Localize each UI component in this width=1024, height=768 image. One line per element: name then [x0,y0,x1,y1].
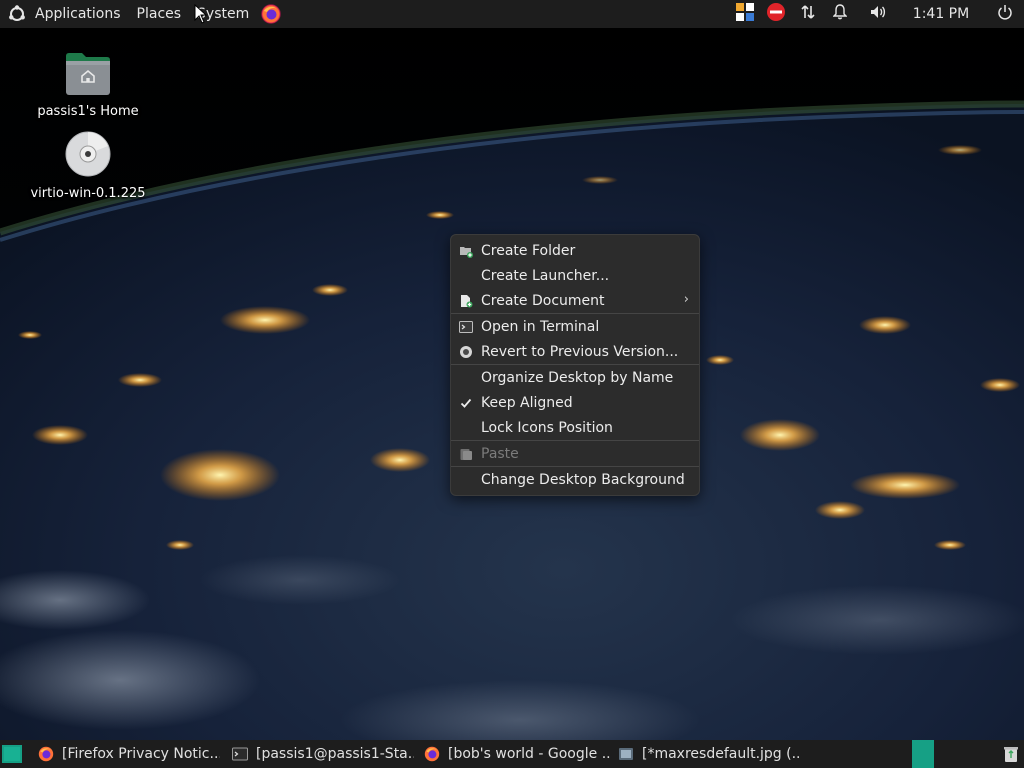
menu-item-lock-icons-position[interactable]: Lock Icons Position [451,415,699,440]
desktop-icon-virtio-win[interactable]: virtio-win-0.1.225 [28,130,148,201]
menu-item-label: Lock Icons Position [481,419,613,436]
notification-bell-icon [832,4,848,24]
optical-disc-icon [64,130,112,178]
desktop-icon-home-label: passis1's Home [37,104,139,119]
taskbar-item-image-editor[interactable]: [*maxresdefault.jpg (... [618,740,802,768]
indicator-multiload[interactable] [734,0,756,28]
folder-new-icon [459,244,473,258]
show-desktop-icon [2,745,22,767]
submenu-arrow-icon: › [683,292,689,307]
menu-item-label: Paste [481,445,519,462]
menu-item-create-document[interactable]: Create Document › [451,288,699,313]
desktop-icon-home[interactable]: passis1's Home [28,52,148,119]
places-menu[interactable]: Places [129,0,190,28]
menu-item-label: Open in Terminal [481,318,600,335]
menu-item-organize-by-name[interactable]: Organize Desktop by Name [451,365,699,390]
menu-item-label: Revert to Previous Version... [481,343,679,360]
taskbar-item-terminal[interactable]: [passis1@passis1-Sta... [232,740,414,768]
firefox-icon [424,746,440,762]
places-menu-label: Places [136,6,182,22]
ubuntu-logo-icon [8,5,26,23]
network-indicator[interactable] [796,0,820,28]
taskbar-item-firefox-privacy[interactable]: [Firefox Privacy Notic... [38,740,220,768]
taskbar-item-label: [passis1@passis1-Sta... [256,746,414,762]
do-not-disturb-toggle[interactable] [756,0,796,28]
top-panel: Applications Places System 1:41 PM [0,0,1024,28]
workspace-switcher[interactable] [912,740,934,768]
network-icon [800,4,816,24]
menu-item-paste: Paste [451,441,699,466]
firefox-icon [38,746,54,762]
taskbar-item-label: [bob's world - Google ... [448,746,610,762]
desktop-context-menu: Create Folder Create Launcher... Create … [450,234,700,496]
bottom-panel: [Firefox Privacy Notic... [passis1@passi… [0,740,1024,768]
system-tray: 1:41 PM [734,0,1024,28]
menu-item-change-desktop-background[interactable]: Change Desktop Background [451,467,699,492]
menu-item-label: Create Document [481,292,605,309]
indicator-multiload-icon [735,2,755,26]
menu-item-create-folder[interactable]: Create Folder [451,238,699,263]
volume-icon [870,4,886,24]
firefox-icon [261,4,282,24]
document-new-icon [459,294,473,308]
menu-item-label: Change Desktop Background [481,471,685,488]
checkmark-icon [459,396,473,410]
desktop-icon-virtio-win-label: virtio-win-0.1.225 [30,186,146,201]
menu-item-label: Create Launcher... [481,267,610,284]
trash-icon [1002,747,1020,767]
notifications-button[interactable] [820,0,860,28]
power-icon [997,4,1013,24]
trash-button[interactable] [1002,745,1020,763]
menu-item-open-in-terminal[interactable]: Open in Terminal [451,314,699,339]
taskbar-item-label: [*maxresdefault.jpg (... [642,746,802,762]
applications-menu-label: Applications [35,6,121,22]
clock[interactable]: 1:41 PM [896,0,986,28]
applications-menu[interactable]: Applications [0,0,129,28]
show-desktop-button[interactable] [2,745,22,763]
image-editor-icon [618,746,634,762]
revert-icon [459,345,473,359]
do-not-disturb-icon [766,2,786,26]
menu-item-label: Create Folder [481,242,576,259]
paste-icon [459,447,473,461]
menu-item-label: Keep Aligned [481,394,573,411]
terminal-icon [459,320,473,334]
menu-item-create-launcher[interactable]: Create Launcher... [451,263,699,288]
taskbar-item-label: [Firefox Privacy Notic... [62,746,220,762]
mouse-cursor-icon [194,4,208,24]
menu-item-keep-aligned[interactable]: Keep Aligned [451,390,699,415]
terminal-icon [232,746,248,762]
power-menu-button[interactable] [986,0,1024,28]
taskbar-item-bobs-world[interactable]: [bob's world - Google ... [424,740,610,768]
volume-control[interactable] [860,0,896,28]
firefox-launcher[interactable] [257,0,285,28]
menu-item-label: Organize Desktop by Name [481,369,674,386]
menu-item-revert-previous-version[interactable]: Revert to Previous Version... [451,339,699,364]
home-folder-icon [64,52,112,96]
